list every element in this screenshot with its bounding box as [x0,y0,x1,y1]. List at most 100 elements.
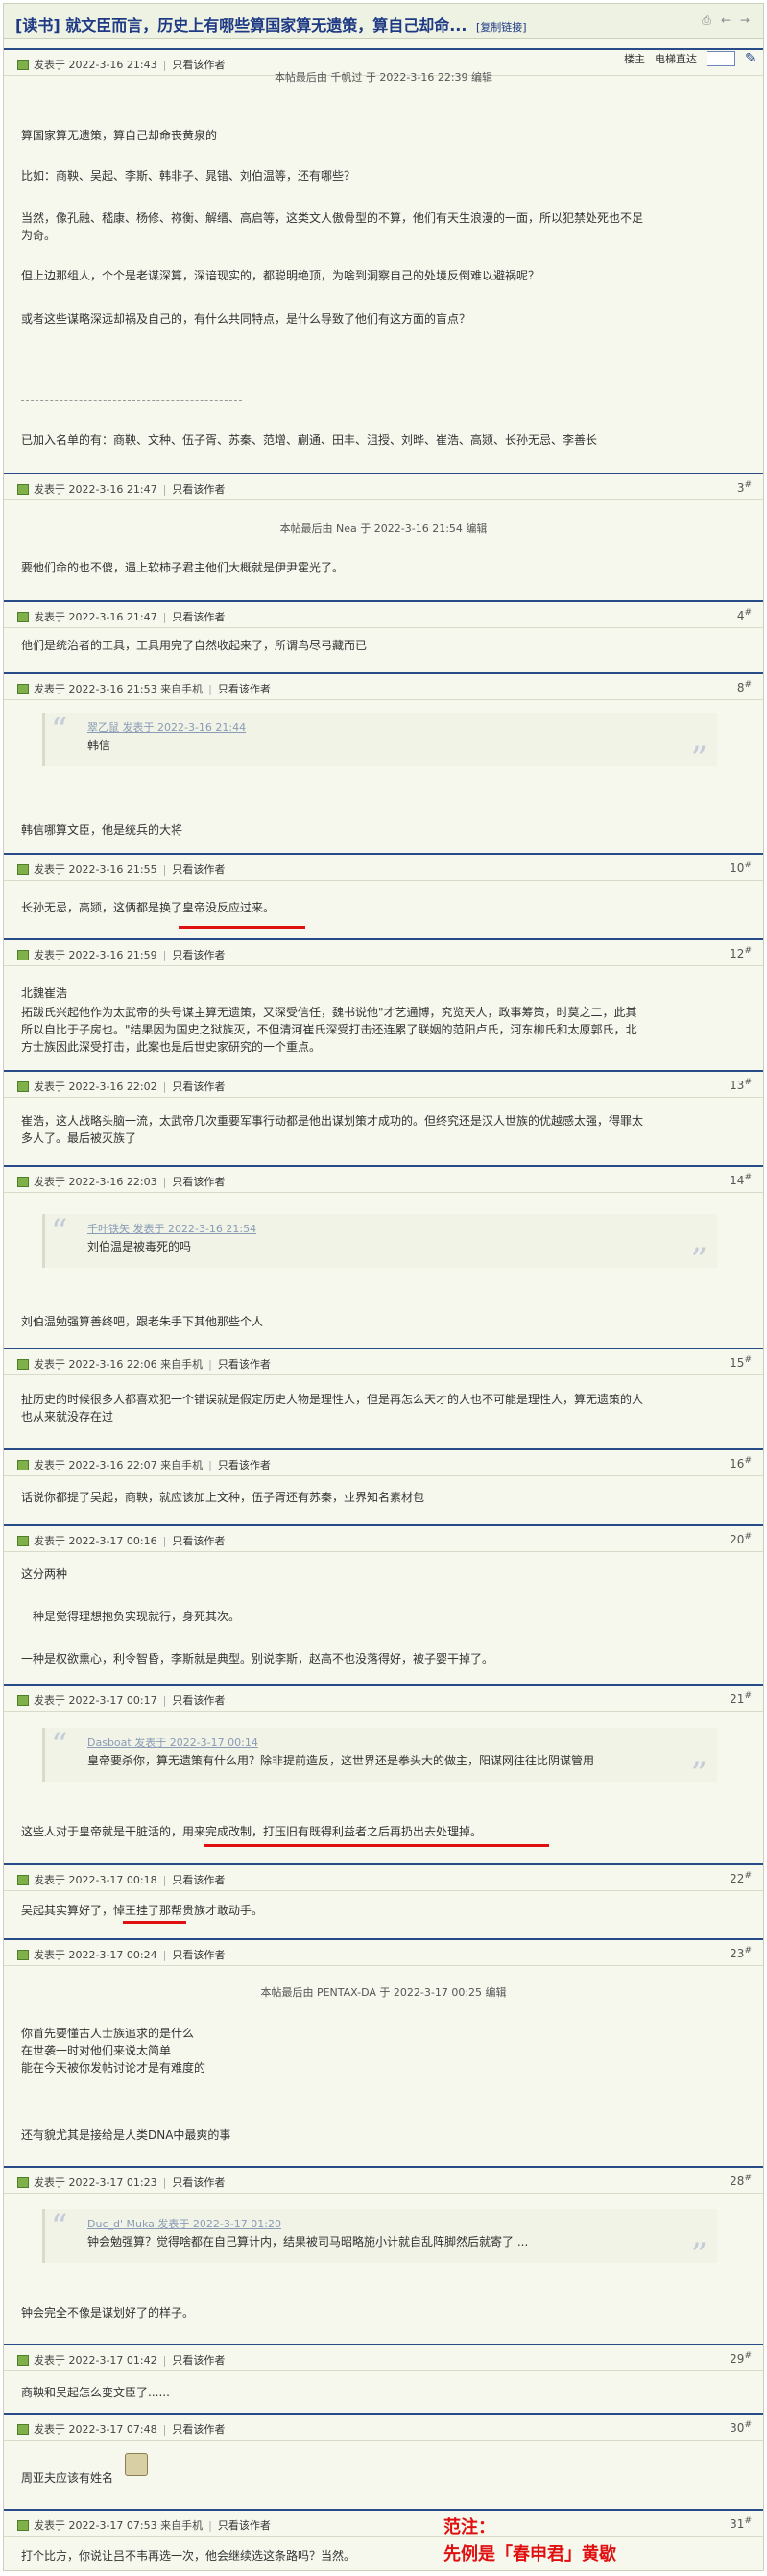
post-date: 发表于 2022-3-17 00:17 [34,1694,157,1707]
post-meta: 发表于 2022-3-16 22:02 | 只看该作者 [17,1079,225,1094]
online-status-icon [17,2519,29,2531]
open-quote-icon: “ [51,2207,68,2246]
edit-note: 本帖最后由 PENTAX-DA 于 2022-3-17 00:25 编辑 [260,1986,507,1999]
post-header: 发表于 2022-3-17 07:48 | 只看该作者 30# [4,2415,763,2441]
post-text-line: 在世袭一时对他们来说太简单 [21,2044,172,2057]
quote-source-link[interactable]: 翠乙鼠 发表于 2022-3-16 21:44 [87,719,246,735]
post-text-line: 要他们命的也不傻，遇上软柿子君主他们大概就是伊尹霍光了。 [21,561,345,574]
post-meta: 发表于 2022-3-16 21:47 | 只看该作者 [17,481,225,497]
meta-separator: | [162,482,167,496]
thread-title-text: [读书] 就文臣而言，历史上有哪些算国家算无遗策，算自己却命... [15,16,467,35]
red-underline [179,926,305,929]
floor-number[interactable]: 30# [730,2420,752,2435]
only-author-link[interactable]: 只看该作者 [172,947,225,962]
post-text-line: 韩信哪算文臣，他是统兵的大将 [21,823,183,837]
post-text-line: 钟会完全不像是谋划好了的样子。 [21,2306,195,2320]
post-date: 发表于 2022-3-17 07:53 来自手机 [34,2519,204,2532]
floor-number[interactable]: 28# [730,2174,752,2188]
floor-number[interactable]: 16# [730,1456,752,1470]
floor-number[interactable]: 12# [730,946,752,960]
floor-number[interactable]: 22# [730,1871,752,1885]
post-date: 发表于 2022-3-16 21:53 来自手机 [34,683,204,695]
only-author-link[interactable]: 只看该作者 [172,1692,225,1708]
post-meta: 发表于 2022-3-17 00:24 | 只看该作者 [17,1947,225,1962]
post-meta: 发表于 2022-3-17 01:23 | 只看该作者 [17,2175,225,2190]
only-author-link[interactable]: 只看该作者 [172,1079,225,1094]
quote-source-link[interactable]: 千叶铁矢 发表于 2022-3-16 21:54 [87,1221,256,1236]
post-header: 发表于 2022-3-16 21:53 来自手机 | 只看该作者 8# [4,674,763,700]
meta-separator: | [162,2422,167,2436]
post-date: 发表于 2022-3-17 00:16 [34,1535,157,1547]
floor-number[interactable]: 31# [730,2516,752,2531]
only-author-link[interactable]: 只看该作者 [172,481,225,497]
open-quote-icon: “ [51,1212,68,1251]
post-text-line: 或者这些谋略深远却祸及自己的，有什么共同特点，是什么导致了他们有这方面的盲点？ [21,312,471,326]
only-author-link[interactable]: 只看该作者 [172,862,225,877]
post-12: 发表于 2022-3-17 00:17 | 只看该作者 21# “ Dasboat 发表于… [4,1684,763,1857]
floor-number[interactable]: 4# [737,608,752,622]
title-icons: ⎙ ← → [700,14,752,26]
quote-text: 刘伯温是被毒死的吗 [87,1240,192,1253]
only-author-link[interactable]: 只看该作者 [172,1533,225,1548]
post-header: 发表于 2022-3-17 00:24 | 只看该作者 23# [4,1940,763,1966]
meta-separator: | [162,948,167,961]
floor-number[interactable]: 21# [730,1691,752,1706]
copy-link[interactable]: [复制链接] [476,21,527,34]
meta-separator: | [162,1534,167,1547]
post-text-line: 为奇。 [21,229,57,242]
meta-separator: | [162,1080,167,1093]
online-status-icon [17,683,29,694]
quote-source-link[interactable]: Dasboat 发表于 2022-3-17 00:14 [87,1735,258,1750]
online-status-icon [17,949,29,960]
post-text-line: 已加入名单的有：商鞅、文种、伍子胥、苏秦、范增、蒯通、田丰、沮授、刘晔、崔浩、高… [21,433,598,447]
next-thread-icon[interactable]: → [738,14,752,26]
only-author-link[interactable]: 只看该作者 [172,2352,225,2368]
print-icon[interactable]: ⎙ [700,14,713,26]
post-meta: 发表于 2022-3-16 22:03 | 只看该作者 [17,1174,225,1189]
floor-number[interactable]: 8# [737,680,752,694]
floor-number[interactable]: 14# [730,1173,752,1187]
post-date: 发表于 2022-3-17 01:23 [34,2176,157,2189]
meta-separator: | [162,1693,167,1707]
online-status-icon [17,1358,29,1370]
post-date: 发表于 2022-3-17 00:24 [34,1949,157,1961]
only-author-link[interactable]: 只看该作者 [218,2517,271,2533]
only-author-link[interactable]: 只看该作者 [218,1356,271,1372]
post-header: 发表于 2022-3-16 22:06 来自手机 | 只看该作者 15# [4,1349,763,1375]
only-author-link[interactable]: 只看该作者 [218,1457,271,1472]
post-13: 发表于 2022-3-17 00:18 | 只看该作者 22# 吴起其实算好了，悼王挂了… [4,1863,763,1931]
floor-number[interactable]: 3# [737,480,752,495]
online-status-icon [17,1176,29,1187]
only-author-link[interactable]: 只看该作者 [172,2421,225,2437]
floor-number[interactable]: 20# [730,1532,752,1546]
post-4: 发表于 2022-3-16 21:53 来自手机 | 只看该作者 8# “ 翠乙鼠 发表于… [4,672,763,845]
post-8: 发表于 2022-3-16 22:03 | 只看该作者 14# “ 千叶铁矢 发表于 20… [4,1165,763,1340]
post-text-line: 算国家算无遗策，算自己却命丧黄泉的 [21,129,218,142]
only-author-link[interactable]: 只看该作者 [172,609,225,624]
floor-number[interactable]: 10# [730,861,752,875]
floor-number[interactable]: 29# [730,2351,752,2366]
thread-titlebar: [读书] 就文臣而言，历史上有哪些算国家算无遗策，算自己却命... [复制链接]… [4,4,763,39]
post-1: 发表于 2022-3-16 21:43 | 只看该作者 本帖最后由 千帆过 于 202… [4,48,763,461]
post-meta: 发表于 2022-3-16 21:53 来自手机 | 只看该作者 [17,681,271,696]
floor-number[interactable]: 13# [730,1078,752,1092]
quote-source-link[interactable]: Duc_d' Muka 发表于 2022-3-17 01:20 [87,2216,281,2231]
online-status-icon [17,2176,29,2188]
quote-text: 韩信 [87,739,111,752]
floor-number[interactable]: 15# [730,1355,752,1370]
online-status-icon [17,1874,29,1885]
post-text-line: 也从来就没存在过 [21,1410,114,1423]
post-17: 发表于 2022-3-17 07:48 | 只看该作者 30# 周亚夫应该有姓名 [4,2413,763,2503]
only-author-link[interactable]: 只看该作者 [172,1872,225,1887]
only-author-link[interactable]: 只看该作者 [172,1947,225,1962]
post-text-line: 方士族因此深受打击，此案也是后世史家研究的一个重点。 [21,1040,322,1054]
post-text-line: 这分两种 [21,1567,68,1581]
post-text-line: 还有貌尤其是接给是人类DNA中最爽的事 [21,2128,231,2142]
only-author-link[interactable]: 只看该作者 [172,1174,225,1189]
only-author-link[interactable]: 只看该作者 [172,2175,225,2190]
only-author-link[interactable]: 只看该作者 [218,681,271,696]
floor-number[interactable]: 23# [730,1946,752,1960]
prev-thread-icon[interactable]: ← [719,14,732,26]
quote-text: 钟会勉强算？觉得啥都在自己算计内，结果被司马昭略施小计就自乱阵脚然后就寄了 ..… [87,2235,529,2248]
post-text-line: 所以自比于子房也。"结果因为国史之狱族灭，不但清河崔氏深受打击还连累了联姻的范阳… [21,1023,637,1036]
